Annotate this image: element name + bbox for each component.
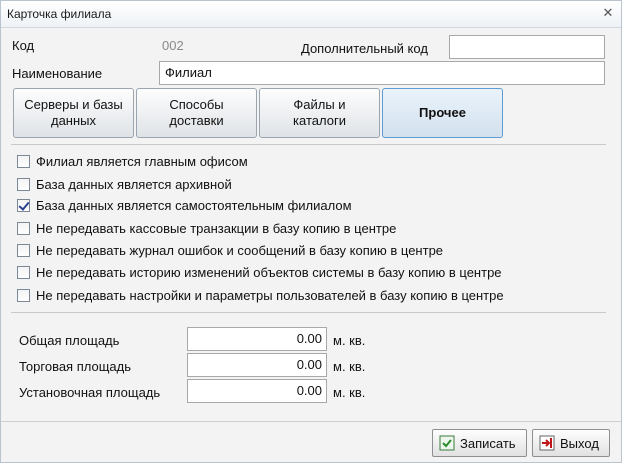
tab-other-label: Прочее: [419, 105, 466, 120]
total-area-unit: м. кв.: [333, 333, 366, 348]
divider: [11, 312, 606, 313]
checkbox[interactable]: [17, 288, 30, 302]
checkbox-checked[interactable]: [17, 198, 30, 212]
option-label: База данных является архивной: [36, 176, 232, 192]
code-label: Код: [12, 38, 35, 53]
code-value: 002: [162, 38, 184, 53]
extra-code-input[interactable]: [449, 35, 605, 59]
branch-card-window: Карточка филиала ✕ Код 002 Дополнительны…: [0, 0, 622, 463]
total-area-label: Общая площадь: [19, 333, 120, 348]
tab-servers-databases-label: Серверы и базы данных: [24, 97, 123, 128]
name-input[interactable]: Филиал: [159, 61, 605, 85]
option-label: Не передавать кассовые транзакции в базу…: [36, 220, 397, 236]
option-label: Не передавать историю изменений объектов…: [36, 264, 502, 280]
save-button[interactable]: Записать: [432, 429, 527, 457]
checkbox[interactable]: [17, 265, 30, 279]
save-button-label: Записать: [460, 435, 516, 451]
name-label: Наименование: [12, 66, 103, 81]
tab-delivery-methods-label: Способы доставки: [169, 97, 224, 128]
exit-button[interactable]: Выход: [532, 429, 610, 457]
exit-door-icon: [539, 435, 555, 451]
tab-files-folders-label: Файлы и каталоги: [293, 97, 346, 128]
checkbox[interactable]: [17, 154, 30, 168]
installation-area-input[interactable]: 0.00: [187, 379, 327, 403]
tab-other[interactable]: Прочее: [382, 88, 503, 138]
retail-area-input[interactable]: 0.00: [187, 353, 327, 377]
extra-code-label: Дополнительный код: [301, 41, 428, 56]
checkbox[interactable]: [17, 177, 30, 191]
option-independent-branch[interactable]: База данных является самостоятельным фил…: [17, 196, 352, 214]
tab-delivery-methods[interactable]: Способы доставки: [136, 88, 257, 138]
option-no-cash-transactions[interactable]: Не передавать кассовые транзакции в базу…: [17, 219, 396, 237]
close-icon[interactable]: ✕: [601, 6, 615, 20]
title-bar: Карточка филиала ✕: [1, 1, 621, 28]
option-label: Филиал является главным офисом: [36, 153, 248, 169]
divider: [11, 144, 606, 145]
checkbox[interactable]: [17, 221, 30, 235]
total-area-input[interactable]: 0.00: [187, 327, 327, 351]
option-archive-db[interactable]: База данных является архивной: [17, 175, 232, 193]
option-no-error-log[interactable]: Не передавать журнал ошибок и сообщений …: [17, 241, 443, 259]
installation-area-unit: м. кв.: [333, 385, 366, 400]
tab-servers-databases[interactable]: Серверы и базы данных: [13, 88, 134, 138]
option-main-office[interactable]: Филиал является главным офисом: [17, 152, 248, 170]
option-no-user-settings[interactable]: Не передавать настройки и параметры поль…: [17, 286, 504, 304]
option-label: Не передавать журнал ошибок и сообщений …: [36, 242, 444, 258]
window-title: Карточка филиала: [7, 7, 112, 21]
option-label: Не передавать настройки и параметры поль…: [36, 287, 504, 303]
checkbox[interactable]: [17, 243, 30, 257]
retail-area-label: Торговая площадь: [19, 359, 131, 374]
installation-area-label: Установочная площадь: [19, 385, 161, 400]
save-record-icon: [439, 435, 455, 451]
option-no-change-history[interactable]: Не передавать историю изменений объектов…: [17, 263, 502, 281]
footer-divider: [1, 421, 621, 422]
exit-button-label: Выход: [560, 435, 599, 451]
option-label: База данных является самостоятельным фил…: [36, 197, 352, 213]
retail-area-unit: м. кв.: [333, 359, 366, 374]
tab-files-folders[interactable]: Файлы и каталоги: [259, 88, 380, 138]
